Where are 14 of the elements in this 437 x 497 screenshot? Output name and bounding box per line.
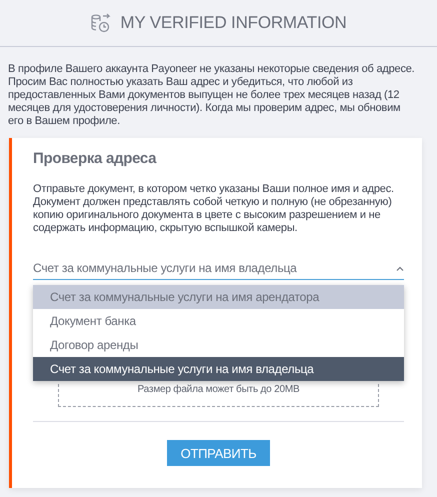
document-type-select[interactable]: Счет за коммунальные услуги на имя владельца [33,261,404,280]
upload-zone[interactable]: Размер файла может быть до 20MB [58,384,379,407]
dropdown-option[interactable]: Счет за коммунальные услуги на имя владельца [33,357,404,381]
dropdown-option[interactable]: Счет за коммунальные услуги на имя арендатора [33,285,404,309]
dropdown-option[interactable]: Документ банка [33,309,404,333]
card-title: Проверка адреса [33,150,158,167]
card-description: Отправьте документ, в котором четко указаны Ваши полное имя и адрес. Документ должен представлять собой четкую и полную (не обрезанную) копию оригинального документа в цвете с высоким разрешением и не содержать информацию, скрытую вспышкой камеры. [33,183,395,235]
file-size-hint: Размер файла может быть до 20MB [138,384,300,397]
submit-button[interactable]: ОТПРАВИТЬ [166,440,270,466]
intro-text: В профиле Вашего аккаунта Payoneer не указаны некоторые сведения об адресе. Просим Вас полностью указать Ваш адрес и убедиться, что любой из предоставленных Вами документов выпущен не более трех месяцев назад (12 месяцев для удостоверения личности). Когда мы проверим адрес, мы обновим его в Вашем профиле. [8,63,415,128]
caret-icon [396,266,404,270]
coins-clock-icon [90,13,112,33]
page-title: MY VERIFIED INFORMATION [120,13,347,33]
dropdown-option[interactable]: Договор аренды [33,333,404,357]
